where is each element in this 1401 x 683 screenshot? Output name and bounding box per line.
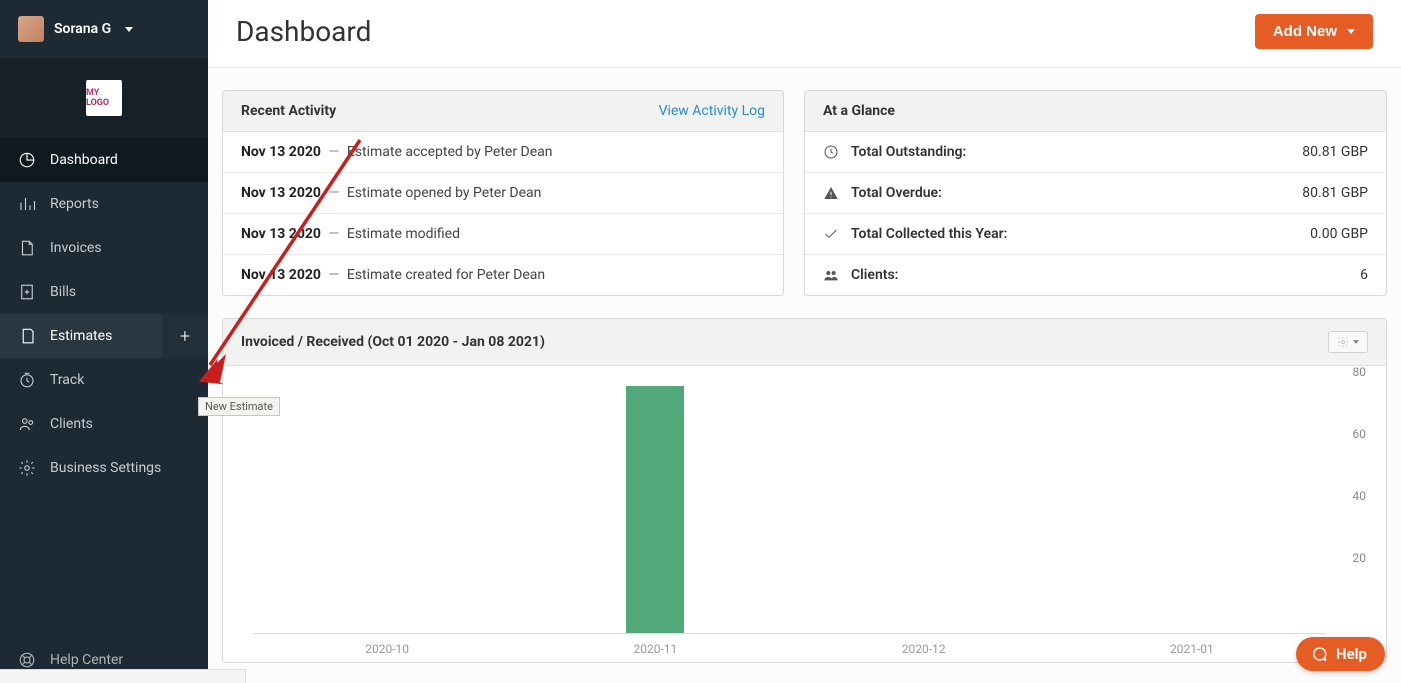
y-tick: 20: [1353, 551, 1367, 565]
chat-icon: [1310, 645, 1328, 663]
activity-text: Estimate accepted by Peter Dean: [347, 144, 553, 160]
glance-row: Total Overdue: 80.81 GBP: [805, 173, 1386, 214]
x-tick: 2020-12: [902, 642, 946, 656]
sidebar-item-invoices[interactable]: Invoices: [0, 226, 208, 270]
glance-value: 80.81 GBP: [1302, 185, 1368, 201]
glance-label: Clients:: [851, 267, 899, 283]
warning-icon: [823, 185, 839, 201]
statusbar-url: [0, 669, 246, 683]
activity-text: Estimate modified: [347, 226, 460, 242]
recent-activity-title: Recent Activity: [241, 103, 336, 119]
recent-activity-card: Recent Activity View Activity Log Nov 13…: [222, 90, 784, 296]
sidebar-item-label: Track: [50, 372, 84, 388]
chart-body: 20 40 60 80 2020-10 2020-11 2020-12 2021-01: [223, 366, 1386, 662]
gear-icon: [1337, 336, 1349, 348]
lifebuoy-icon: [18, 651, 36, 669]
business-logo[interactable]: MY LOGO: [86, 80, 122, 116]
sidebar-item-label: Invoices: [50, 240, 102, 256]
clock-icon: [823, 144, 839, 160]
gear-icon: [18, 459, 36, 477]
help-label: Help: [1336, 645, 1367, 663]
activity-text: Estimate opened by Peter Dean: [347, 185, 542, 201]
new-estimate-tooltip: New Estimate: [198, 397, 280, 416]
activity-text: Estimate created for Peter Dean: [347, 267, 545, 283]
document-icon: [18, 239, 36, 257]
clock-icon: [18, 371, 36, 389]
sidebar-item-estimates[interactable]: Estimates +: [0, 314, 208, 358]
help-button[interactable]: Help: [1296, 637, 1385, 671]
logo-area: MY LOGO: [0, 58, 208, 138]
chart-title: Invoiced / Received (Oct 01 2020 - Jan 0…: [241, 334, 545, 350]
chart-settings-button[interactable]: [1328, 331, 1368, 353]
glance-title: At a Glance: [823, 103, 895, 119]
main-header: Dashboard Add New: [208, 0, 1401, 68]
activity-date: Nov 13 2020: [241, 226, 321, 242]
sidebar-item-label: Bills: [50, 284, 76, 300]
activity-row[interactable]: Nov 13 2020 — Estimate opened by Peter D…: [223, 173, 783, 214]
avatar: [18, 16, 44, 42]
sidebar-item-settings[interactable]: Business Settings: [0, 446, 208, 490]
page-title: Dashboard: [236, 15, 371, 48]
sidebar-item-reports[interactable]: Reports: [0, 182, 208, 226]
sidebar-item-label: Dashboard: [50, 152, 118, 168]
barchart-icon: [18, 195, 36, 213]
sidebar-item-label: Estimates: [50, 328, 112, 344]
user-menu[interactable]: Sorana G: [0, 0, 208, 58]
y-tick: 40: [1353, 489, 1367, 503]
glance-row: Total Collected this Year: 0.00 GBP: [805, 214, 1386, 255]
x-tick: 2020-10: [365, 642, 409, 656]
glance-row: Total Outstanding: 80.81 GBP: [805, 132, 1386, 173]
glance-label: Total Overdue:: [851, 185, 942, 201]
sidebar-item-bills[interactable]: Bills: [0, 270, 208, 314]
sidebar-item-label: Business Settings: [50, 460, 161, 476]
activity-date: Nov 13 2020: [241, 267, 321, 283]
add-estimate-button[interactable]: +: [162, 314, 208, 358]
y-tick: 80: [1353, 365, 1367, 379]
check-icon: [823, 226, 839, 242]
glance-label: Total Collected this Year:: [851, 226, 1007, 242]
estimate-icon: [18, 327, 36, 345]
view-activity-log-link[interactable]: View Activity Log: [659, 103, 765, 119]
sidebar: Sorana G MY LOGO Dashboard Reports: [0, 0, 208, 683]
people-icon: [823, 267, 839, 283]
people-icon: [18, 415, 36, 433]
sidebar-item-clients[interactable]: Clients: [0, 402, 208, 446]
glance-value: 6: [1360, 267, 1368, 283]
x-tick: 2021-01: [1170, 642, 1214, 656]
chart-card: Invoiced / Received (Oct 01 2020 - Jan 0…: [222, 318, 1387, 663]
x-tick: 2020-11: [633, 642, 677, 656]
activity-date: Nov 13 2020: [241, 185, 321, 201]
chevron-down-icon: [1347, 29, 1355, 34]
activity-row[interactable]: Nov 13 2020 — Estimate modified: [223, 214, 783, 255]
document-plus-icon: [18, 283, 36, 301]
chevron-down-icon: [125, 27, 133, 32]
sidebar-item-label: Clients: [50, 416, 93, 432]
y-tick: 60: [1353, 427, 1367, 441]
activity-row[interactable]: Nov 13 2020 — Estimate accepted by Peter…: [223, 132, 783, 173]
sidebar-item-label: Reports: [50, 196, 99, 212]
glance-value: 0.00 GBP: [1310, 226, 1368, 242]
sidebar-footer-label: Help Center: [50, 652, 123, 668]
activity-date: Nov 13 2020: [241, 144, 321, 160]
activity-row[interactable]: Nov 13 2020 — Estimate created for Peter…: [223, 255, 783, 295]
user-name: Sorana G: [54, 21, 111, 37]
dashboard-icon: [18, 151, 36, 169]
sidebar-item-dashboard[interactable]: Dashboard: [0, 138, 208, 182]
chart-bar[interactable]: [626, 386, 684, 633]
glance-label: Total Outstanding:: [851, 144, 966, 160]
sidebar-item-track[interactable]: Track: [0, 358, 208, 402]
add-new-button[interactable]: Add New: [1255, 14, 1373, 49]
chevron-down-icon: [1353, 340, 1359, 344]
glance-row: Clients: 6: [805, 255, 1386, 295]
glance-value: 80.81 GBP: [1302, 144, 1368, 160]
add-new-label: Add New: [1273, 23, 1337, 40]
at-a-glance-card: At a Glance Total Outstanding: 80.81 GBP…: [804, 90, 1387, 296]
